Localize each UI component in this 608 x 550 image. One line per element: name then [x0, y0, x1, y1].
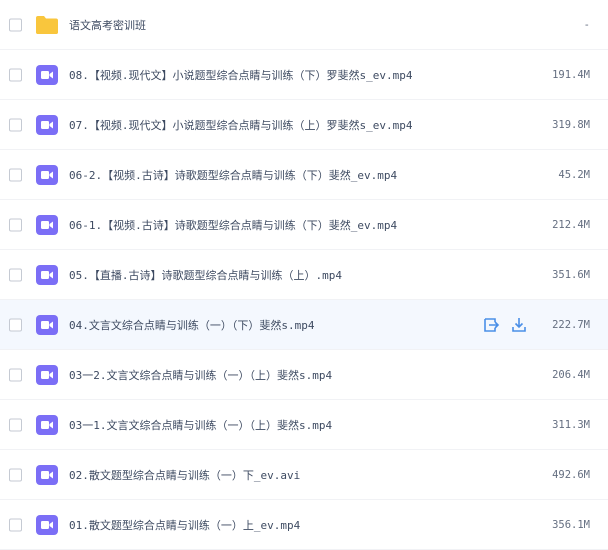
file-row[interactable]: 08.【视频.现代文】小说题型综合点睛与训练（下）罗斐然s_ev.mp4 191… — [0, 50, 608, 100]
file-row[interactable]: 03一2.文言文综合点睛与训练（一）（上）斐然s.mp4 206.4M — [0, 350, 608, 400]
file-row[interactable]: 06-2.【视频.古诗】诗歌题型综合点睛与训练（下）斐然_ev.mp4 45.2… — [0, 150, 608, 200]
file-name[interactable]: 06-2.【视频.古诗】诗歌题型综合点睛与训练（下）斐然_ev.mp4 — [69, 167, 397, 183]
file-row[interactable]: 02.散文题型综合点睛与训练（一）下_ev.avi 492.6M — [0, 450, 608, 500]
video-file-icon — [35, 314, 59, 336]
video-file-icon — [35, 64, 59, 86]
video-file-icon — [35, 264, 59, 286]
file-name[interactable]: 03一2.文言文综合点睛与训练（一）（上）斐然s.mp4 — [69, 367, 332, 383]
row-checkbox[interactable] — [9, 368, 22, 381]
file-list: 语文高考密训班 - 08.【视频.现代文】小说题型综合点睛与训练（下）罗斐然s_… — [0, 0, 608, 550]
file-name[interactable]: 05.【直播.古诗】诗歌题型综合点睛与训练（上）.mp4 — [69, 267, 342, 283]
file-row[interactable]: 04.文言文综合点睛与训练（一）（下）斐然s.mp4 222.7M — [0, 300, 608, 350]
file-size: 356.1M — [552, 518, 590, 531]
file-size: 492.6M — [552, 468, 590, 481]
file-size: 319.8M — [552, 118, 590, 131]
file-row[interactable]: 01.散文题型综合点睛与训练（一）上_ev.mp4 356.1M — [0, 500, 608, 550]
row-actions — [482, 316, 528, 334]
row-checkbox[interactable] — [9, 518, 22, 531]
file-size: 45.2M — [558, 168, 590, 181]
row-checkbox[interactable] — [9, 318, 22, 331]
row-checkbox[interactable] — [9, 168, 22, 181]
row-checkbox[interactable] — [9, 468, 22, 481]
file-size: 212.4M — [552, 218, 590, 231]
file-size: - — [583, 18, 590, 31]
file-row[interactable]: 03一1.文言文综合点睛与训练（一）（上）斐然s.mp4 311.3M — [0, 400, 608, 450]
file-name[interactable]: 07.【视频.现代文】小说题型综合点睛与训练（上）罗斐然s_ev.mp4 — [69, 117, 412, 133]
file-row[interactable]: 07.【视频.现代文】小说题型综合点睛与训练（上）罗斐然s_ev.mp4 319… — [0, 100, 608, 150]
video-file-icon — [35, 414, 59, 436]
row-checkbox[interactable] — [9, 18, 22, 31]
file-size: 191.4M — [552, 68, 590, 81]
row-checkbox[interactable] — [9, 268, 22, 281]
file-name[interactable]: 08.【视频.现代文】小说题型综合点睛与训练（下）罗斐然s_ev.mp4 — [69, 67, 412, 83]
video-file-icon — [35, 464, 59, 486]
folder-icon — [35, 14, 59, 36]
file-row[interactable]: 05.【直播.古诗】诗歌题型综合点睛与训练（上）.mp4 351.6M — [0, 250, 608, 300]
file-size: 351.6M — [552, 268, 590, 281]
video-file-icon — [35, 214, 59, 236]
file-name[interactable]: 04.文言文综合点睛与训练（一）（下）斐然s.mp4 — [69, 317, 314, 333]
file-name[interactable]: 语文高考密训班 — [69, 17, 146, 33]
row-checkbox[interactable] — [9, 68, 22, 81]
file-size: 311.3M — [552, 418, 590, 431]
file-size: 222.7M — [552, 318, 590, 331]
share-icon[interactable] — [482, 316, 500, 334]
row-checkbox[interactable] — [9, 218, 22, 231]
file-size: 206.4M — [552, 368, 590, 381]
video-file-icon — [35, 514, 59, 536]
file-row[interactable]: 语文高考密训班 - — [0, 0, 608, 50]
row-checkbox[interactable] — [9, 118, 22, 131]
video-file-icon — [35, 164, 59, 186]
file-name[interactable]: 01.散文题型综合点睛与训练（一）上_ev.mp4 — [69, 517, 300, 533]
row-checkbox[interactable] — [9, 418, 22, 431]
file-name[interactable]: 02.散文题型综合点睛与训练（一）下_ev.avi — [69, 467, 300, 483]
file-name[interactable]: 03一1.文言文综合点睛与训练（一）（上）斐然s.mp4 — [69, 417, 332, 433]
video-file-icon — [35, 364, 59, 386]
file-row[interactable]: 06-1.【视频.古诗】诗歌题型综合点睛与训练（下）斐然_ev.mp4 212.… — [0, 200, 608, 250]
file-name[interactable]: 06-1.【视频.古诗】诗歌题型综合点睛与训练（下）斐然_ev.mp4 — [69, 217, 397, 233]
video-file-icon — [35, 114, 59, 136]
download-icon[interactable] — [510, 316, 528, 334]
